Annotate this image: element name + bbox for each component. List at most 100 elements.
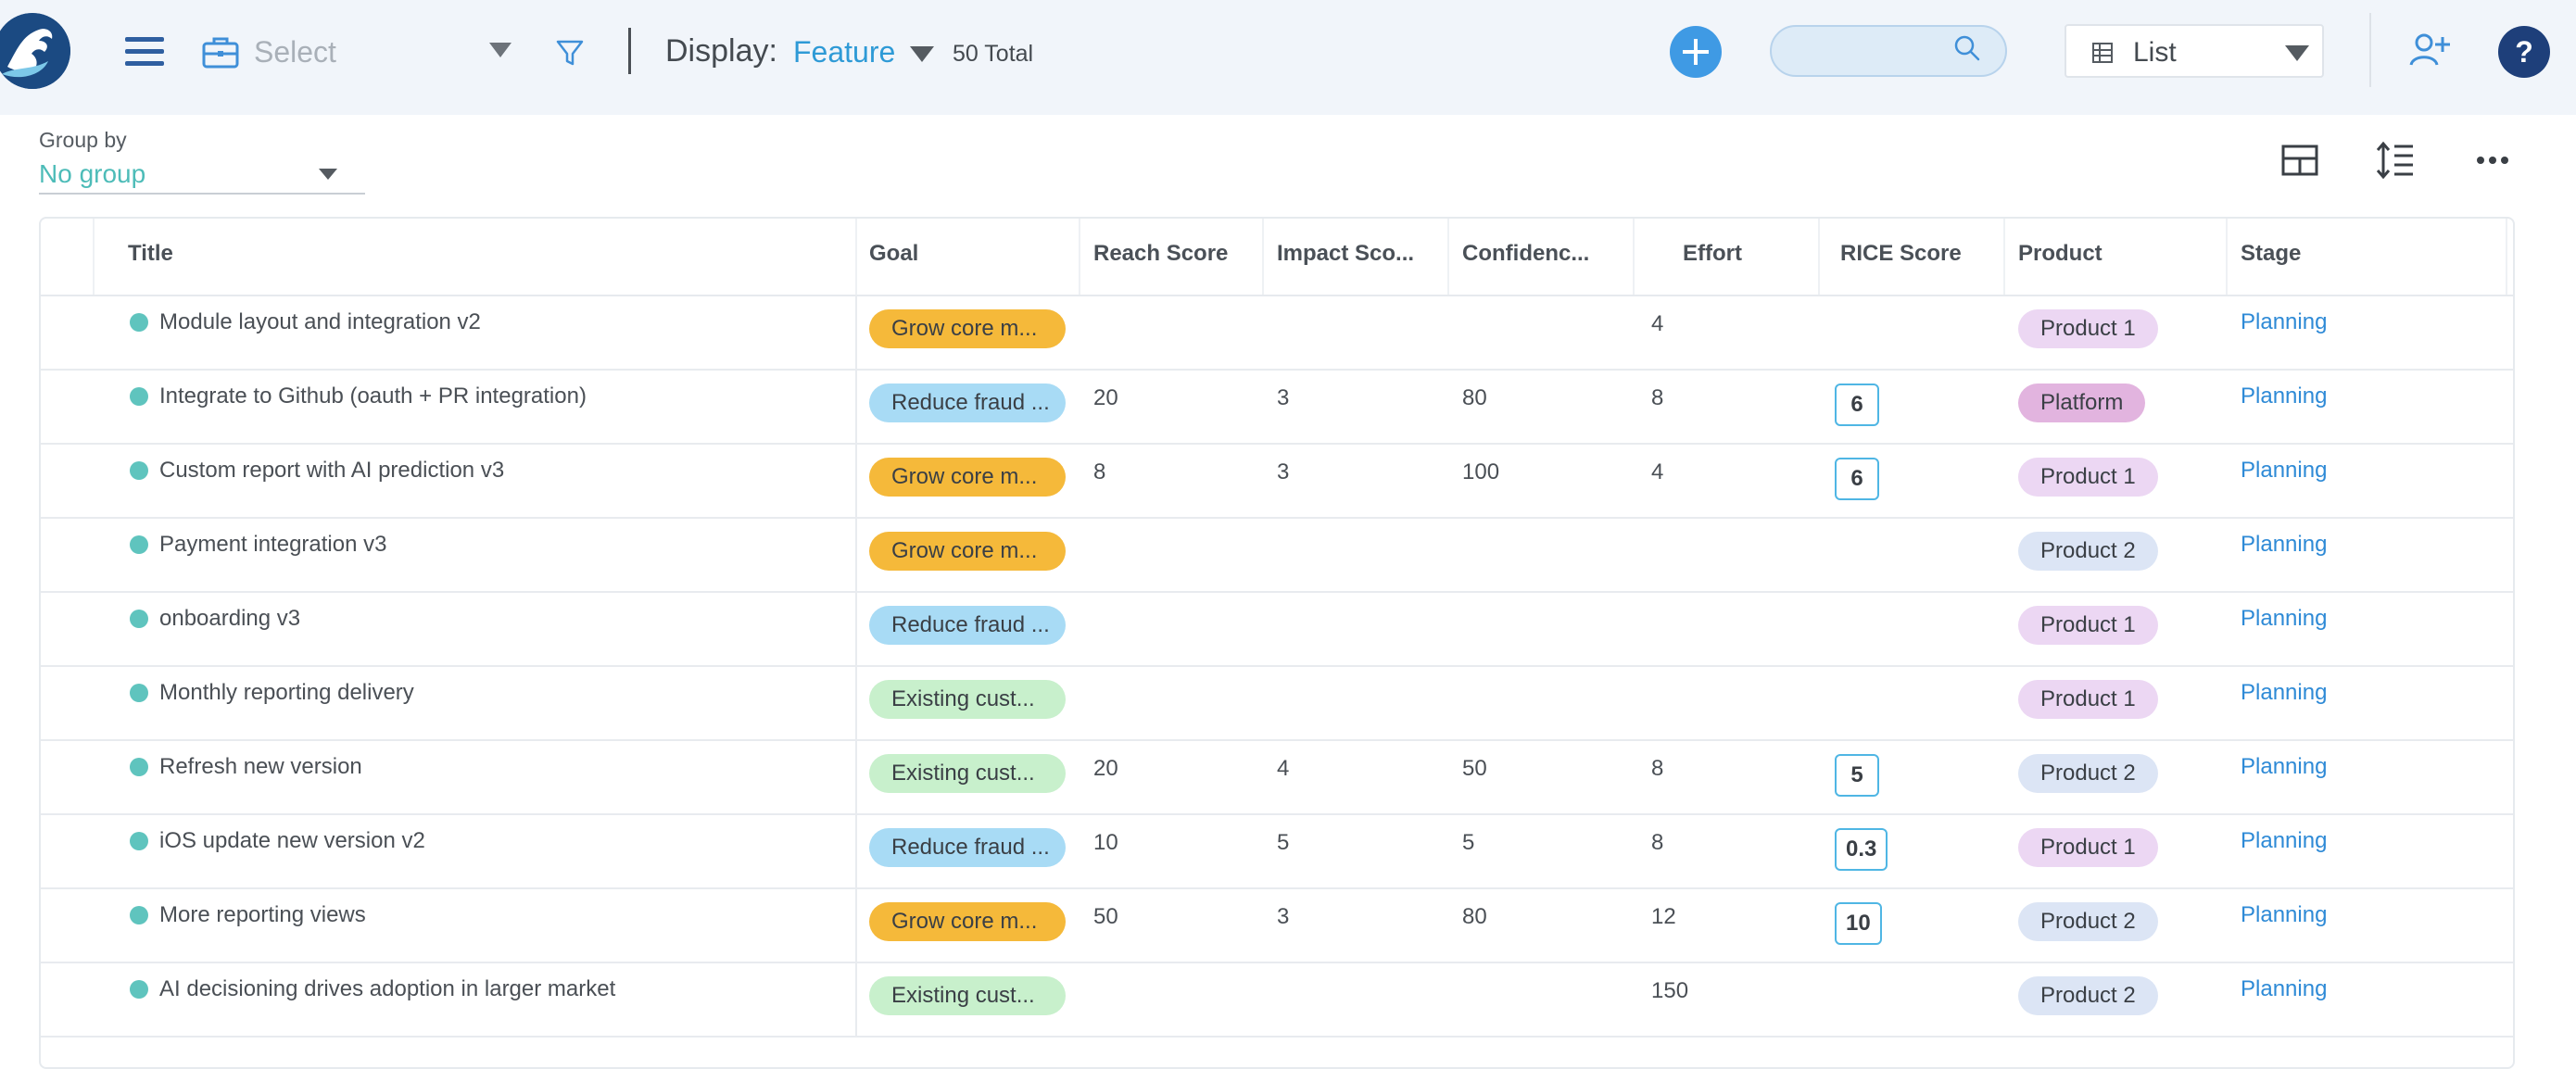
impact-score[interactable]: 3 [1277,904,1289,930]
product-badge[interactable]: Product 1 [2018,828,2158,867]
goal-badge[interactable]: Grow core m... [869,309,1066,348]
column-header-confidence[interactable]: Confidenc... [1462,241,1589,267]
stage-link[interactable]: Planning [2241,680,2327,706]
help-icon[interactable]: ? [2498,26,2550,78]
column-header-product[interactable]: Product [2018,241,2102,267]
product-badge[interactable]: Product 1 [2018,606,2158,645]
impact-score[interactable]: 3 [1277,459,1289,485]
product-badge[interactable]: Product 2 [2018,902,2158,941]
table-row[interactable]: iOS update new version v2 Reduce fraud ..… [41,813,2513,889]
stage-link[interactable]: Planning [2241,606,2327,632]
row-separator [855,369,857,443]
row-title[interactable]: Integrate to Github (oauth + PR integrat… [159,384,587,409]
impact-score[interactable]: 4 [1277,756,1289,782]
column-header-reach[interactable]: Reach Score [1093,241,1228,267]
product-badge[interactable]: Product 1 [2018,309,2158,348]
row-title[interactable]: More reporting views [159,902,366,928]
goal-badge[interactable]: Reduce fraud ... [869,828,1066,867]
reach-score[interactable]: 20 [1093,756,1118,782]
row-title[interactable]: AI decisioning drives adoption in larger… [159,976,615,1002]
product-badge[interactable]: Platform [2018,384,2146,422]
effort-value[interactable]: 12 [1651,904,1676,930]
impact-score[interactable]: 3 [1277,385,1289,411]
goal-badge[interactable]: Existing cust... [869,976,1066,1015]
view-select[interactable]: List [2065,24,2324,78]
confidence-score[interactable]: 50 [1462,756,1487,782]
reach-score[interactable]: 10 [1093,830,1118,856]
goal-badge[interactable]: Existing cust... [869,754,1066,793]
product-badge[interactable]: Product 2 [2018,532,2158,571]
table-row[interactable]: Refresh new version Existing cust... 20 4 50… [41,739,2513,815]
row-height-icon[interactable] [2376,141,2415,180]
row-title[interactable]: Module layout and integration v2 [159,309,481,335]
effort-value[interactable]: 8 [1651,830,1663,856]
goal-badge[interactable]: Grow core m... [869,458,1066,497]
display-type-select[interactable]: Feature [793,35,895,69]
row-title[interactable]: iOS update new version v2 [159,828,425,854]
goal-badge[interactable]: Grow core m... [869,532,1066,571]
table-row[interactable]: Module layout and integration v2 Grow cor… [41,295,2513,371]
stage-link[interactable]: Planning [2241,976,2327,1002]
product-badge[interactable]: Product 1 [2018,680,2158,719]
table-row[interactable]: Monthly reporting delivery Existing cust.… [41,665,2513,741]
stage-link[interactable]: Planning [2241,828,2327,854]
project-select[interactable]: Select [200,24,515,80]
effort-value[interactable]: 150 [1651,978,1688,1004]
effort-value[interactable]: 4 [1651,311,1663,337]
column-header-goal[interactable]: Goal [869,241,918,267]
stage-link[interactable]: Planning [2241,532,2327,558]
goal-badge[interactable]: Reduce fraud ... [869,606,1066,645]
column-header-impact[interactable]: Impact Sco... [1277,241,1414,267]
reach-score[interactable]: 20 [1093,385,1118,411]
stage-link[interactable]: Planning [2241,384,2327,409]
confidence-score[interactable]: 80 [1462,904,1487,930]
app-logo[interactable] [0,13,70,89]
search-input[interactable] [1790,36,1951,68]
effort-value[interactable]: 4 [1651,459,1663,485]
table-row[interactable]: AI decisioning drives adoption in larger… [41,962,2513,1038]
search-icon[interactable] [1952,33,1982,63]
column-header-rice[interactable]: RICE Score [1840,241,1962,267]
impact-score[interactable]: 5 [1277,830,1289,856]
effort-value[interactable]: 8 [1651,756,1663,782]
select-dropdown-icon[interactable] [489,43,511,57]
filter-icon[interactable] [554,37,586,69]
display-dropdown-icon[interactable] [910,46,934,62]
confidence-score[interactable]: 5 [1462,830,1474,856]
groupby-select[interactable]: No group [39,156,365,195]
goal-badge[interactable]: Reduce fraud ... [869,384,1066,422]
menu-icon[interactable] [125,37,164,67]
goal-badge[interactable]: Grow core m... [869,902,1066,941]
table-row[interactable]: Custom report with AI prediction v3 Grow … [41,443,2513,519]
row-title[interactable]: Custom report with AI prediction v3 [159,458,504,484]
product-badge[interactable]: Product 1 [2018,458,2158,497]
stage-link[interactable]: Planning [2241,458,2327,484]
row-title[interactable]: Refresh new version [159,754,362,780]
add-user-icon[interactable] [2409,31,2450,69]
plus-icon[interactable] [1670,26,1722,78]
column-header-effort[interactable]: Effort [1683,241,1742,267]
product-badge[interactable]: Product 2 [2018,754,2158,793]
layout-icon[interactable] [2281,145,2318,176]
table-row[interactable]: Payment integration v3 Grow core m... Prod… [41,517,2513,593]
row-title[interactable]: Monthly reporting delivery [159,680,414,706]
confidence-score[interactable]: 100 [1462,459,1499,485]
table-row[interactable]: onboarding v3 Reduce fraud ... Product 1 Pl… [41,591,2513,667]
table-row[interactable]: Integrate to Github (oauth + PR integrat… [41,369,2513,445]
status-dot [130,535,148,554]
reach-score[interactable]: 50 [1093,904,1118,930]
stage-link[interactable]: Planning [2241,309,2327,335]
reach-score[interactable]: 8 [1093,459,1105,485]
product-badge[interactable]: Product 2 [2018,976,2158,1015]
row-title[interactable]: onboarding v3 [159,606,300,632]
column-header-title[interactable]: Title [128,241,173,267]
table-row[interactable]: More reporting views Grow core m... 50 3 80 1… [41,887,2513,963]
column-header-stage[interactable]: Stage [2241,241,2301,267]
row-title[interactable]: Payment integration v3 [159,532,386,558]
confidence-score[interactable]: 80 [1462,385,1487,411]
more-icon[interactable] [2476,154,2509,167]
stage-link[interactable]: Planning [2241,754,2327,780]
effort-value[interactable]: 8 [1651,385,1663,411]
goal-badge[interactable]: Existing cust... [869,680,1066,719]
stage-link[interactable]: Planning [2241,902,2327,928]
